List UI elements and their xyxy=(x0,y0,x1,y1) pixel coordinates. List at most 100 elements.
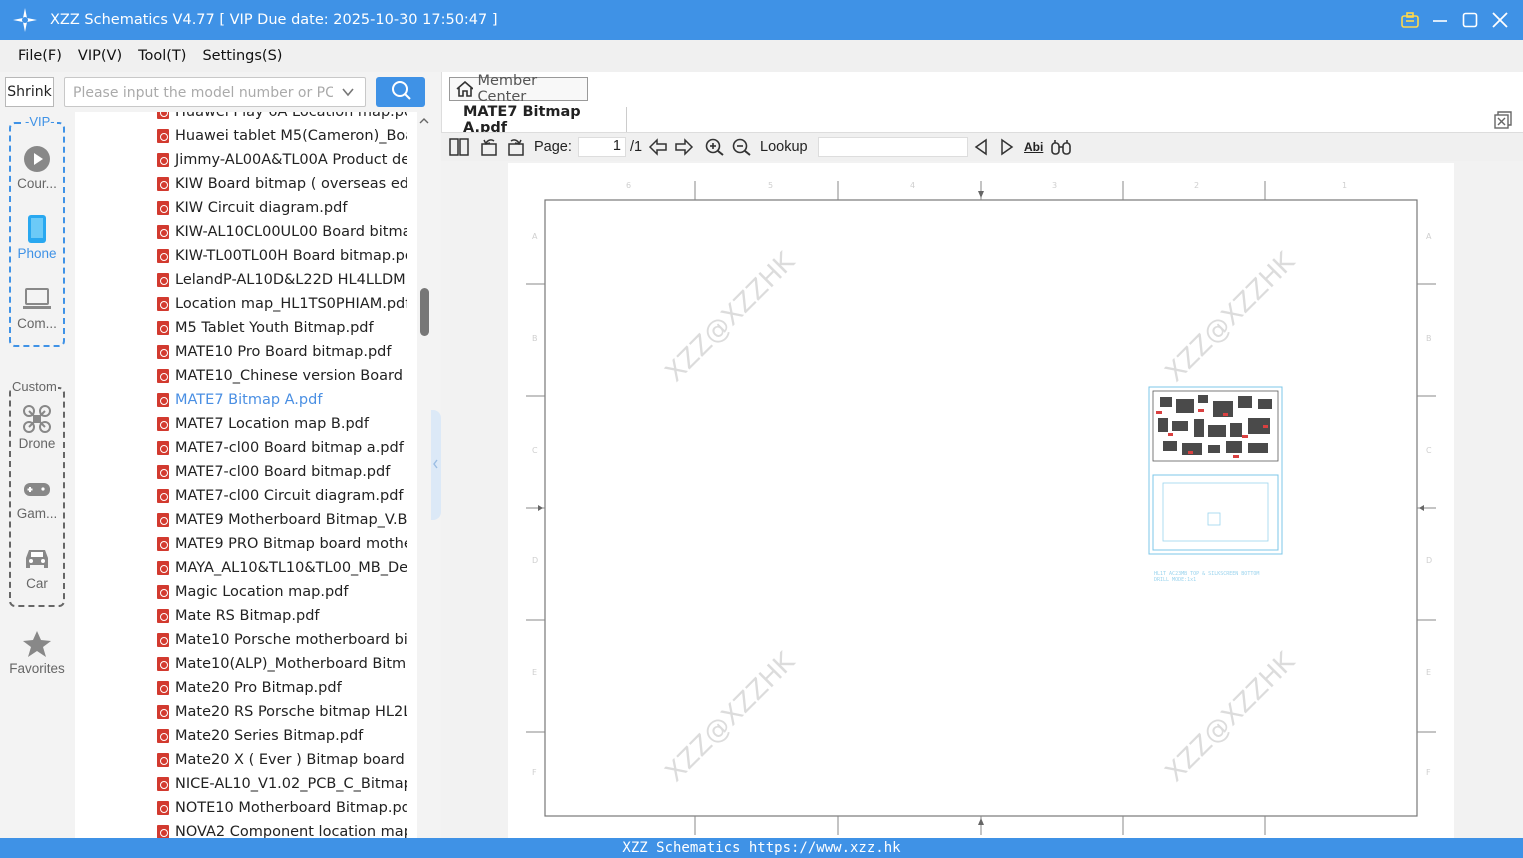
zoom-out-icon[interactable] xyxy=(732,138,752,156)
member-center-label: Member Center xyxy=(477,73,538,105)
svg-text:C: C xyxy=(532,446,538,455)
next-page-icon[interactable] xyxy=(674,138,694,156)
menu-file[interactable]: File(F) xyxy=(18,48,62,64)
menu-settings[interactable]: Settings(S) xyxy=(202,48,282,64)
prev-page-icon[interactable] xyxy=(648,138,668,156)
file-list-item[interactable]: Jimmy-AL00A&TL00A Product dev xyxy=(157,148,407,172)
close-button[interactable] xyxy=(1491,11,1509,29)
restore-window-icon[interactable] xyxy=(1494,111,1512,129)
file-list-item[interactable]: MAYA_AL10&TL10&TL00_MB_Devi xyxy=(157,556,407,580)
nav-car[interactable]: Car xyxy=(7,544,67,591)
file-list-item[interactable]: MATE7-cl00 Board bitmap.pdf xyxy=(157,460,407,484)
file-list-item[interactable]: MATE9 Motherboard Bitmap_V.B.p xyxy=(157,508,407,532)
file-name: MAYA_AL10&TL10&TL00_MB_Devi xyxy=(175,560,407,576)
file-list-item[interactable]: Mate20 Pro Bitmap.pdf xyxy=(157,676,407,700)
file-name: MATE7 Location map B.pdf xyxy=(175,416,369,432)
pdf-file-icon xyxy=(157,321,169,335)
nav-game[interactable]: Gam... xyxy=(7,474,67,521)
nav-favorites[interactable]: Favorites xyxy=(7,629,67,676)
pdf-file-icon xyxy=(157,297,169,311)
match-case-icon[interactable]: Abi xyxy=(1024,138,1043,156)
find-previous-icon[interactable] xyxy=(973,138,989,156)
file-list-item[interactable]: KIW-AL10CL00UL00 Board bitmap. xyxy=(157,220,407,244)
file-list-item[interactable]: KIW Board bitmap ( overseas editio xyxy=(157,172,407,196)
file-list-item[interactable]: NICE-AL10_V1.02_PCB_C_Bitmap(1( xyxy=(157,772,407,796)
file-list-item[interactable]: Mate20 RS Porsche bitmap HL2LAY xyxy=(157,700,407,724)
chevron-down-icon[interactable] xyxy=(341,85,355,104)
svg-text:A: A xyxy=(532,232,538,241)
file-list-item[interactable]: MATE10 Pro Board bitmap.pdf xyxy=(157,340,407,364)
file-list-item[interactable]: MATE9 PRO Bitmap board mother xyxy=(157,532,407,556)
file-list-item[interactable]: Huawei Play 6A Location map.pdf xyxy=(157,112,407,124)
file-name: MATE10 Pro Board bitmap.pdf xyxy=(175,344,392,360)
file-list-item[interactable]: Mate20 Series Bitmap.pdf xyxy=(157,724,407,748)
page-number-input[interactable]: 1 xyxy=(578,137,626,157)
pdf-file-icon xyxy=(157,112,169,119)
search-button[interactable] xyxy=(376,77,425,107)
file-list-item[interactable]: MATE7 Bitmap A.pdf xyxy=(157,388,407,412)
file-list-item[interactable]: MATE7-cl00 Board bitmap a.pdf xyxy=(157,436,407,460)
tab-document[interactable]: MATE7 Bitmap A.pdf xyxy=(449,104,627,136)
nav-computer[interactable]: Com... xyxy=(7,284,67,331)
pdf-file-icon xyxy=(157,345,169,359)
zoom-in-icon[interactable] xyxy=(705,138,725,156)
find-all-icon[interactable] xyxy=(1050,138,1072,156)
two-page-view-icon[interactable] xyxy=(449,138,469,156)
file-list-item[interactable]: Mate20 X ( Ever ) Bitmap board m xyxy=(157,748,407,772)
search-input[interactable] xyxy=(73,83,333,103)
file-list-item[interactable]: KIW-TL00TL00H Board bitmap.pdf xyxy=(157,244,407,268)
file-list-item[interactable]: M5 Tablet Youth Bitmap.pdf xyxy=(157,316,407,340)
nav-phone[interactable]: Phone xyxy=(7,214,67,261)
shrink-button[interactable]: Shrink xyxy=(5,77,54,107)
pdf-file-icon xyxy=(157,681,169,695)
file-list-item[interactable]: Mate10 Porsche motherboard bitn xyxy=(157,628,407,652)
lookup-input[interactable] xyxy=(818,137,968,157)
drone-icon xyxy=(7,404,67,434)
file-list-scrollbar[interactable] xyxy=(417,112,431,838)
file-name: KIW-TL00TL00H Board bitmap.pdf xyxy=(175,248,407,264)
pdf-file-icon xyxy=(157,393,169,407)
file-list-item[interactable]: Mate10(ALP)_Motherboard Bitmap xyxy=(157,652,407,676)
file-list-item[interactable]: Mate RS Bitmap.pdf xyxy=(157,604,407,628)
menu-vip[interactable]: VIP(V) xyxy=(78,48,122,64)
panel-collapse-handle[interactable] xyxy=(431,410,441,520)
file-name: MATE7-cl00 Circuit diagram.pdf xyxy=(175,488,404,504)
file-list-item[interactable]: Magic Location map.pdf xyxy=(157,580,407,604)
search-icon xyxy=(391,80,411,105)
home-icon xyxy=(456,81,474,97)
nav-drone[interactable]: Drone xyxy=(7,404,67,451)
file-list-item[interactable]: Location map_HL1TS0PHIAM.pdf xyxy=(157,292,407,316)
file-name: Location map_HL1TS0PHIAM.pdf xyxy=(175,296,407,312)
pdf-file-icon xyxy=(157,825,169,838)
file-list-item[interactable]: Huawei tablet M5(Cameron)_Board xyxy=(157,124,407,148)
file-list-item[interactable]: NOTE10 Motherboard Bitmap.pdf xyxy=(157,796,407,820)
find-next-icon[interactable] xyxy=(999,138,1015,156)
menu-tool[interactable]: Tool(T) xyxy=(138,48,186,64)
svg-text:XZZ@XZZHK: XZZ@XZZHK xyxy=(1160,246,1302,388)
phone-icon xyxy=(7,214,67,244)
scrollbar-thumb[interactable] xyxy=(420,288,429,336)
svg-text:B: B xyxy=(532,334,538,343)
member-center-button[interactable]: Member Center xyxy=(449,73,588,105)
vip-badge-icon[interactable] xyxy=(1401,11,1419,29)
file-name: Magic Location map.pdf xyxy=(175,584,349,600)
file-list-item[interactable]: KIW Circuit diagram.pdf xyxy=(157,196,407,220)
nav-course[interactable]: Cour... xyxy=(7,144,67,191)
file-name: MATE10_Chinese version Board bit xyxy=(175,368,407,384)
minimize-button[interactable] xyxy=(1431,11,1449,29)
svg-text:F: F xyxy=(532,768,537,777)
rotate-right-icon[interactable] xyxy=(506,138,526,156)
file-list-item[interactable]: MATE7-cl00 Circuit diagram.pdf xyxy=(157,484,407,508)
file-name: Mate10 Porsche motherboard bitn xyxy=(175,632,407,648)
pdf-page[interactable]: 6 5 4 3 2 1 A B C D E F A B C D E F XZZ@XZZHK XZZ@XZZHK… xyxy=(508,163,1454,838)
pdf-file-icon xyxy=(157,369,169,383)
file-list-item[interactable]: MATE10_Chinese version Board bit xyxy=(157,364,407,388)
svg-text:D: D xyxy=(532,556,538,565)
pdf-file-icon xyxy=(157,513,169,527)
maximize-button[interactable] xyxy=(1461,11,1479,29)
scroll-up-icon[interactable] xyxy=(417,114,431,128)
file-list-item[interactable]: NOVA2 Component location map.p xyxy=(157,820,407,838)
file-list-item[interactable]: LelandP-AL10D&L22D HL4LLDM B xyxy=(157,268,407,292)
rotate-left-icon[interactable] xyxy=(479,138,499,156)
file-list-item[interactable]: MATE7 Location map B.pdf xyxy=(157,412,407,436)
